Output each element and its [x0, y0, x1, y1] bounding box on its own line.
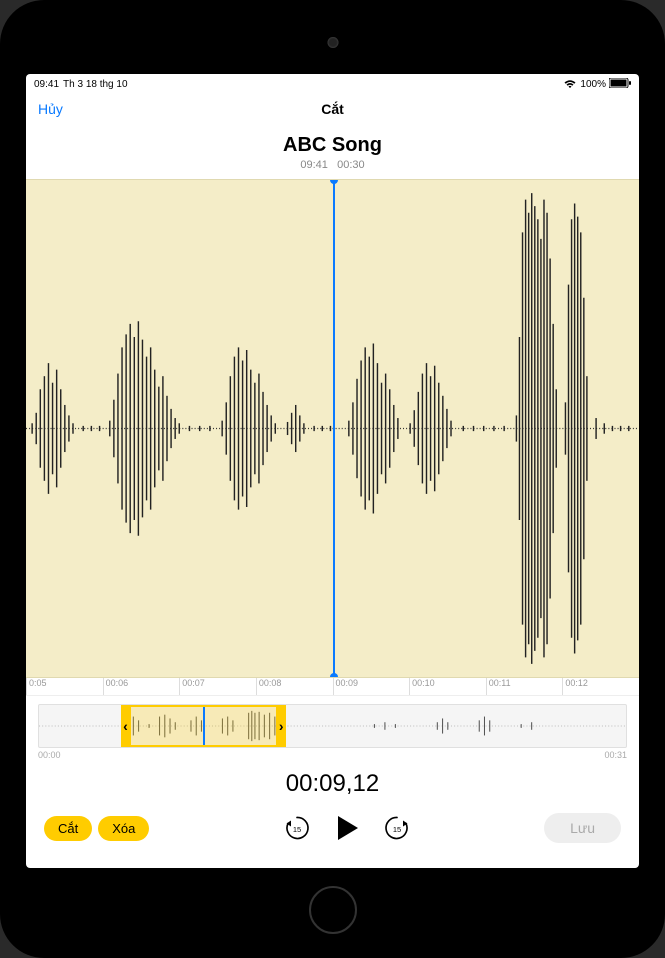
- overview-start: 00:00: [38, 750, 61, 760]
- status-time: 09:41: [34, 79, 59, 90]
- recording-meta-time: 09:41: [300, 159, 328, 171]
- ruler-tick: 00:09: [333, 678, 410, 695]
- status-bar: 09:41 Th 3 18 thg 10 ••• 100%: [26, 74, 639, 94]
- ruler-tick: 00:12: [562, 678, 639, 695]
- cancel-button[interactable]: Hủy: [38, 101, 63, 117]
- camera-dot: [327, 37, 338, 48]
- waveform-main[interactable]: [26, 179, 639, 678]
- ruler-tick: 00:06: [103, 678, 180, 695]
- skip-back-icon: 15: [282, 813, 312, 843]
- delete-button[interactable]: Xóa: [98, 816, 149, 841]
- pill-group: Cắt Xóa: [44, 816, 149, 841]
- playhead[interactable]: [333, 180, 335, 677]
- svg-text:15: 15: [393, 825, 401, 834]
- screen: 09:41 Th 3 18 thg 10 ••• 100% Hủy Cắt AB…: [26, 74, 639, 868]
- controls-row: Cắt Xóa 15 15: [26, 810, 639, 868]
- time-ruler: 0:05 00:06 00:07 00:08 00:09 00:10 00:11…: [26, 678, 639, 696]
- nav-bar: Hủy Cắt: [26, 94, 639, 124]
- wifi-icon: [563, 79, 577, 89]
- overview-end: 00:31: [604, 750, 627, 760]
- overview-playhead[interactable]: [203, 707, 205, 745]
- waveform-overview[interactable]: [38, 704, 627, 748]
- status-date: Th 3 18 thg 10: [63, 79, 128, 90]
- ruler-tick: 00:11: [486, 678, 563, 695]
- ruler-tick: 00:08: [256, 678, 333, 695]
- overview-labels: 00:00 00:31: [38, 750, 627, 760]
- play-icon: [332, 813, 362, 843]
- recording-meta-duration: 00:30: [337, 159, 365, 171]
- recording-header: ABC Song 09:41 00:30: [26, 134, 639, 171]
- trim-button[interactable]: Cắt: [44, 816, 92, 841]
- skip-back-button[interactable]: 15: [279, 810, 315, 846]
- nav-title: Cắt: [321, 101, 344, 117]
- skip-forward-icon: 15: [382, 813, 412, 843]
- battery-icon: [609, 78, 631, 91]
- recording-meta: 09:41 00:30: [26, 159, 639, 171]
- battery-text: 100%: [580, 79, 606, 90]
- time-display: 00:09,12: [26, 770, 639, 798]
- ipad-frame: 09:41 Th 3 18 thg 10 ••• 100% Hủy Cắt AB…: [0, 0, 665, 958]
- play-button[interactable]: [329, 810, 365, 846]
- ruler-tick: 00:07: [179, 678, 256, 695]
- ruler-tick: 00:10: [409, 678, 486, 695]
- recording-title: ABC Song: [26, 134, 639, 157]
- home-button[interactable]: [309, 886, 357, 934]
- status-right: 100%: [563, 78, 631, 91]
- status-left: 09:41 Th 3 18 thg 10: [34, 79, 128, 90]
- skip-forward-button[interactable]: 15: [379, 810, 415, 846]
- svg-text:15: 15: [293, 825, 301, 834]
- ruler-tick: 0:05: [26, 678, 103, 695]
- save-button[interactable]: Lưu: [544, 813, 621, 843]
